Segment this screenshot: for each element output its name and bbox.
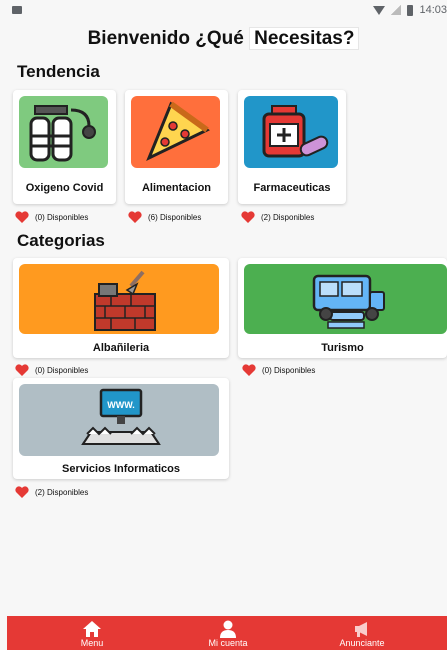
user-icon [220,620,236,638]
title-prefix: Bienvenido ¿Qué [87,28,244,49]
card-name: Albañileria [92,342,150,354]
card-turismo[interactable]: Turismo [238,258,447,358]
card-alimentacion[interactable]: Alimentacion [125,90,228,204]
heart-icon [242,364,256,376]
megaphone-icon [355,622,367,637]
computer-www-icon: WWW. [19,384,219,456]
heart-icon [128,211,142,223]
oxygen-tanks-icon [19,96,108,168]
card-name: Oxigeno Covid [25,182,104,194]
heart-icon [15,364,29,376]
card-name: Farmaceuticas [253,182,331,194]
card-oxigeno-covid[interactable]: Oxigeno Covid [13,90,116,204]
card-name: Turismo [321,342,364,354]
heart-icon [15,486,29,498]
card-name: Servicios Informaticos [62,463,180,475]
availability: (0) Disponibles [15,364,88,376]
section-title-categorias: Categorias [17,231,105,250]
brick-wall-icon [19,264,219,334]
card-name: Alimentacion [141,182,212,194]
availability: (6) Disponibles [128,211,201,223]
signal-icon [391,5,402,15]
nav-mi-cuenta[interactable]: Mi cuenta [173,616,283,650]
availability: (2) Disponibles [15,486,88,498]
notification-icon [12,6,22,14]
bus-icon [244,264,447,334]
medicine-icon [244,96,338,168]
availability: (2) Disponibles [241,211,314,223]
section-title-tendencia: Tendencia [17,62,100,81]
page-title: Bienvenido ¿Qué Necesitas? [0,27,447,50]
home-icon [83,621,101,637]
card-albanileria[interactable]: Albañileria [13,258,229,358]
card-servicios-informaticos[interactable]: WWW. Servicios Informaticos [13,378,229,479]
nav-anunciante[interactable]: Anunciante [307,616,417,650]
heart-icon [241,211,255,223]
bottom-navigation: Menu Mi cuenta Anunciante [7,616,447,650]
pizza-icon [131,96,220,168]
availability: (0) Disponibles [242,364,315,376]
heart-icon [15,211,29,223]
battery-icon [407,4,414,16]
status-bar: 14:03 [0,0,447,22]
svg-text:WWW.: WWW. [107,400,135,410]
availability: (0) Disponibles [15,211,88,223]
title-highlight: Necesitas? [249,27,360,50]
card-farmaceuticas[interactable]: Farmaceuticas [238,90,346,204]
nav-menu[interactable]: Menu [37,616,147,650]
status-time: 14:03 [419,4,447,16]
wifi-icon [373,5,386,15]
